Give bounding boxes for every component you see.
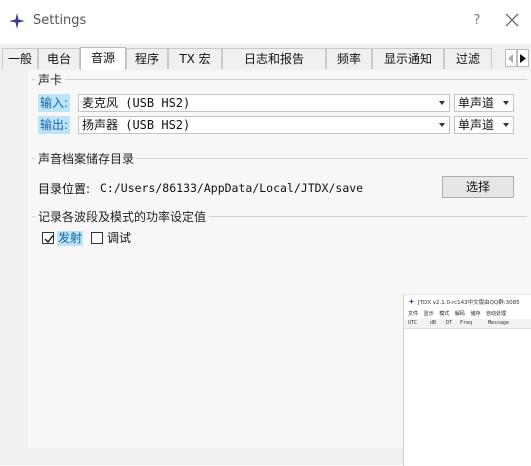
checkmark-icon xyxy=(44,235,54,244)
tab-filters[interactable]: 过滤 xyxy=(444,48,492,69)
tab-scroll-right[interactable] xyxy=(517,49,529,67)
input-label: 输入: xyxy=(38,94,71,112)
chevron-down-icon xyxy=(439,123,445,127)
tab-frequencies[interactable]: 频率 xyxy=(326,48,372,69)
save-dir-group-title: 声音档案储存目录 xyxy=(35,150,138,167)
tab-notifications[interactable]: 显示通知 xyxy=(372,48,444,69)
jtdx-menu-mode[interactable]: 模式 xyxy=(439,311,449,317)
chevron-down-icon xyxy=(503,123,509,127)
jtdx-menu-auto[interactable]: 自动处理 xyxy=(486,311,506,317)
input-channel-select[interactable]: 单声道 xyxy=(454,94,514,112)
jtdx-menu-bar: 文件 显示 模式 解码 储存 自动处理 xyxy=(408,310,510,317)
output-channel-select[interactable]: 单声道 xyxy=(454,116,514,134)
transmit-label[interactable]: 发射 xyxy=(57,231,84,246)
transmit-checkbox[interactable] xyxy=(42,232,54,244)
jtdx-menu-file[interactable]: 文件 xyxy=(408,311,418,317)
input-device-value: 麦克风 (USB HS2) xyxy=(82,96,191,110)
jtdx-decode-header: UTC dB DT Freq Message xyxy=(404,319,531,329)
group-divider xyxy=(32,79,527,80)
tab-tx-macros[interactable]: TX 宏 xyxy=(168,48,222,69)
jtdx-col-freq: Freq xyxy=(460,320,473,326)
power-group-title: 记录各波段及模式的功率设定值 xyxy=(35,208,210,225)
chevron-down-icon xyxy=(503,101,509,105)
app-icon xyxy=(408,298,415,305)
input-device-select[interactable]: 麦克风 (USB HS2) xyxy=(78,94,450,112)
jtdx-menu-decode[interactable]: 解码 xyxy=(455,311,465,317)
directory-location-label: 目录位置: xyxy=(38,182,91,196)
tab-logging-reporting[interactable]: 日志和报告 xyxy=(222,48,326,69)
tab-bar: 一般 电台 音源 程序 TX 宏 日志和报告 频率 显示通知 过滤 xyxy=(2,47,531,71)
jtdx-window-title: JTDX v2.1.0-rc143中文版由QQ群:3085 xyxy=(418,300,520,306)
close-icon[interactable] xyxy=(500,8,524,32)
tab-scroll-left[interactable] xyxy=(505,49,517,67)
chevron-left-icon xyxy=(508,54,513,63)
window-title: Settings xyxy=(33,13,87,28)
select-directory-button[interactable]: 选择 xyxy=(442,176,514,198)
tune-label[interactable]: 调试 xyxy=(107,231,131,246)
jtdx-col-dt: DT xyxy=(446,320,453,326)
chevron-right-icon xyxy=(520,54,526,63)
jtdx-menu-view[interactable]: 显示 xyxy=(424,311,434,317)
title-bar: Settings ? xyxy=(0,0,531,44)
directory-path: C:/Users/86133/AppData/Local/JTDX/save xyxy=(100,181,364,195)
output-device-select[interactable]: 扬声器 (USB HS2) xyxy=(78,116,450,134)
tab-programs[interactable]: 程序 xyxy=(126,48,168,69)
sound-card-group-title: 声卡 xyxy=(35,71,66,88)
jtdx-col-db: dB xyxy=(430,320,437,326)
output-label: 输出: xyxy=(38,116,71,134)
jtdx-menu-save[interactable]: 储存 xyxy=(470,311,480,317)
tab-radio[interactable]: 电台 xyxy=(38,48,80,69)
tune-checkbox[interactable] xyxy=(91,232,103,244)
dialog-footer xyxy=(0,448,405,465)
input-channel-value: 单声道 xyxy=(458,96,495,110)
jtdx-main-window[interactable]: JTDX v2.1.0-rc143中文版由QQ群:3085 文件 显示 模式 解… xyxy=(403,294,531,466)
app-icon xyxy=(9,13,25,29)
help-button[interactable]: ? xyxy=(466,10,488,32)
jtdx-col-message: Message xyxy=(488,320,510,326)
jtdx-col-utc: UTC xyxy=(408,320,418,326)
settings-window: Settings ? 一般 电台 音源 程序 TX 宏 日志和报告 频率 显示通… xyxy=(0,0,531,466)
output-device-value: 扬声器 (USB HS2) xyxy=(82,118,191,132)
output-channel-value: 单声道 xyxy=(458,118,495,132)
tab-audio[interactable]: 音源 xyxy=(80,47,126,70)
tab-general[interactable]: 一般 xyxy=(2,48,38,69)
chevron-down-icon xyxy=(439,101,445,105)
